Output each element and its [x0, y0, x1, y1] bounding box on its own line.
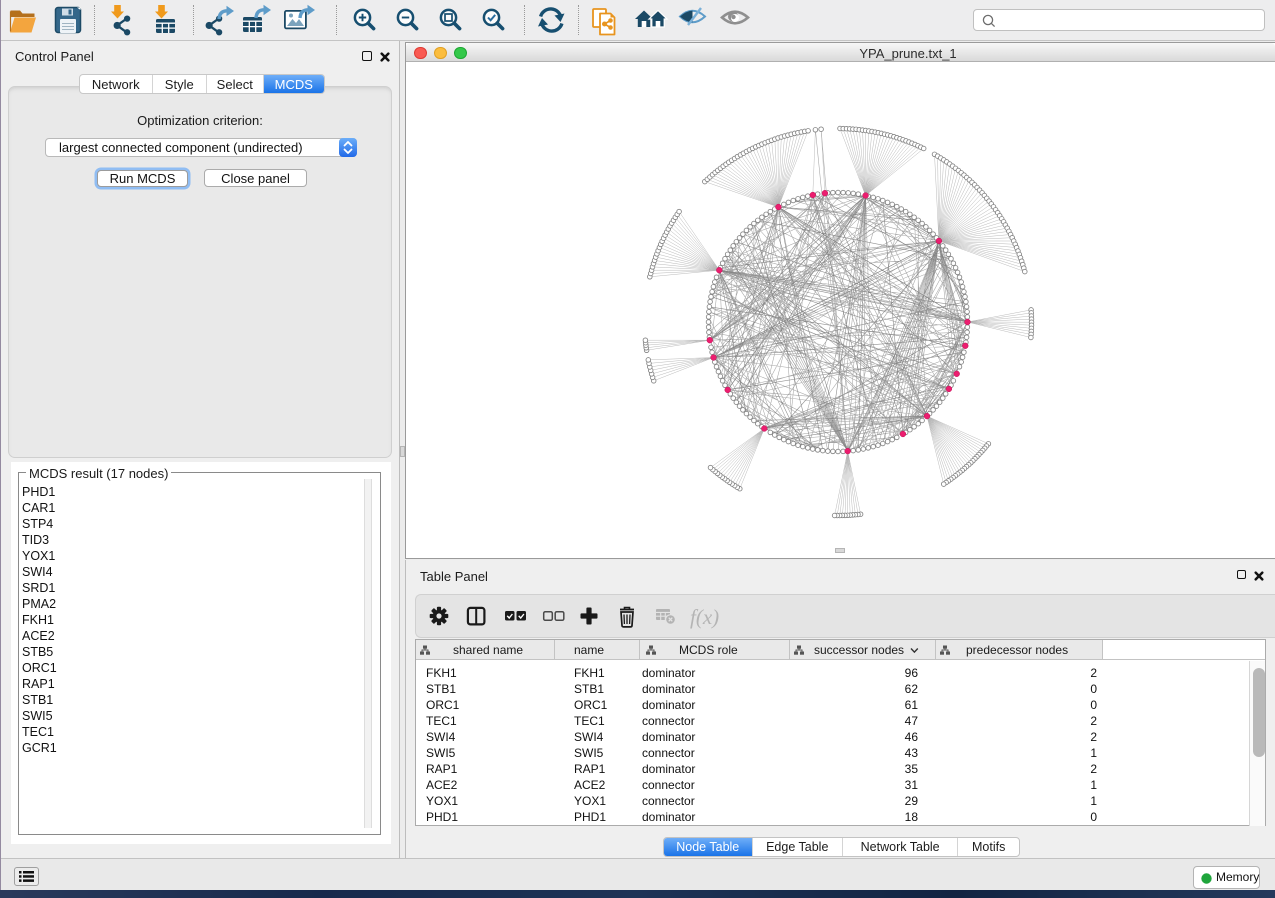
- svg-text:MCDS role: MCDS role: [679, 643, 738, 657]
- svg-text:name: name: [574, 643, 604, 657]
- svg-text:shared name: shared name: [453, 643, 523, 657]
- svg-text:successor nodes: successor nodes: [814, 643, 904, 657]
- svg-text:predecessor nodes: predecessor nodes: [966, 643, 1068, 657]
- svg-text:f(x): f(x): [690, 605, 719, 629]
